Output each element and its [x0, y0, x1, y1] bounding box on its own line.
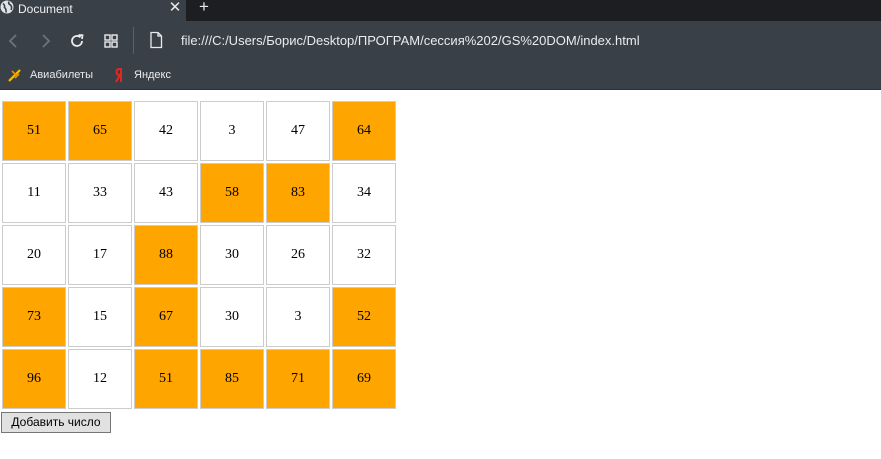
grid-cell: 71: [266, 349, 330, 409]
bookmark-label: Яндекс: [134, 69, 171, 81]
grid-cell: 3: [200, 101, 264, 161]
grid-cell: 12: [68, 349, 132, 409]
grid-cell: 3: [266, 287, 330, 347]
forward-arrow-icon[interactable]: [34, 30, 56, 52]
browser-toolbar: file:///C:/Users/Борис/Desktop/ПРОГРАМ/с…: [0, 21, 881, 61]
bookmark-label: Авиабилеты: [30, 69, 94, 81]
tab-title: Document: [18, 2, 73, 16]
grid-cell: 11: [2, 163, 66, 223]
plane-icon: [8, 69, 21, 82]
grid-cell: 67: [134, 287, 198, 347]
grid-cell: 73: [2, 287, 66, 347]
grid-cell: 47: [266, 101, 330, 161]
yandex-icon: [115, 68, 122, 83]
tab-strip: Document ✕ +: [0, 0, 881, 21]
speed-dial-icon[interactable]: [100, 30, 122, 52]
grid-cell: 42: [134, 101, 198, 161]
bookmarks-bar: Авиабилеты Яндекс: [0, 61, 881, 90]
grid-cell: 65: [68, 101, 132, 161]
toolbar-divider: [133, 27, 134, 54]
grid-cell: 85: [200, 349, 264, 409]
address-bar[interactable]: file:///C:/Users/Борис/Desktop/ПРОГРАМ/с…: [181, 33, 640, 49]
number-grid: 51 65 42 3 47 64 11 33 43 58 83 34 20 17 88 30 26 32 73 15 6…: [2, 101, 397, 410]
grid-cell: 52: [332, 287, 396, 347]
grid-cell: 88: [134, 225, 198, 285]
grid-cell: 58: [200, 163, 264, 223]
back-arrow-icon[interactable]: [3, 30, 25, 52]
grid-cell: 32: [332, 225, 396, 285]
tab-document[interactable]: Document ✕: [0, 0, 186, 21]
grid-cell: 20: [2, 225, 66, 285]
new-tab-button[interactable]: +: [194, 0, 214, 18]
grid-cell: 17: [68, 225, 132, 285]
grid-cell: 69: [332, 349, 396, 409]
grid-cell: 30: [200, 287, 264, 347]
close-icon[interactable]: ✕: [166, 0, 184, 18]
grid-cell: 96: [2, 349, 66, 409]
grid-cell: 51: [2, 101, 66, 161]
globe-icon: [0, 0, 14, 14]
grid-cell: 51: [134, 349, 198, 409]
grid-cell: 64: [332, 101, 396, 161]
file-icon[interactable]: [148, 31, 164, 49]
grid-cell: 33: [68, 163, 132, 223]
grid-cell: 15: [68, 287, 132, 347]
grid-cell: 83: [266, 163, 330, 223]
grid-cell: 30: [200, 225, 264, 285]
grid-cell: 34: [332, 163, 396, 223]
reload-icon[interactable]: [66, 30, 88, 52]
add-number-button[interactable]: Добавить число: [1, 412, 111, 433]
grid-cell: 26: [266, 225, 330, 285]
grid-cell: 43: [134, 163, 198, 223]
